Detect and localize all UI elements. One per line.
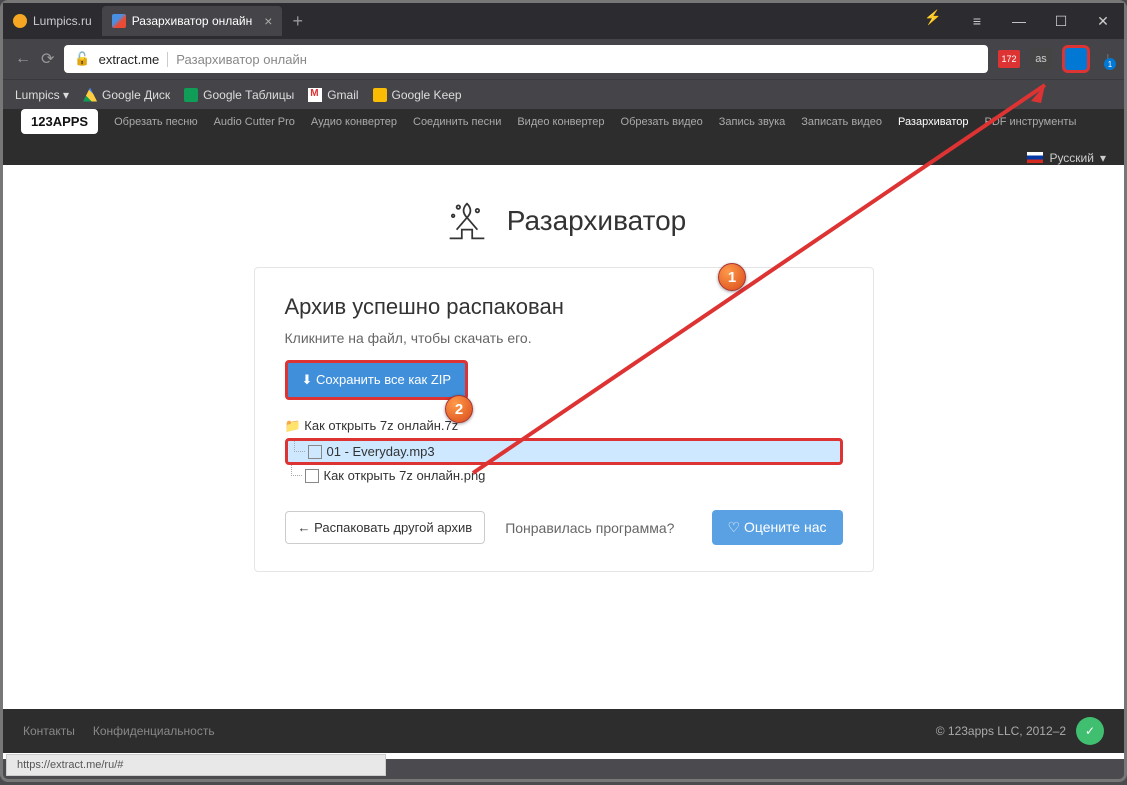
bookmark-label: Google Keep	[392, 88, 462, 102]
lock-icon: 🔓	[74, 51, 90, 67]
bookmark-drive[interactable]: Google Диск	[83, 88, 170, 102]
tab-label: Lumpics.ru	[33, 14, 92, 28]
reload-button[interactable]: ⟳	[41, 49, 54, 69]
nav-link[interactable]: Видео конвертер	[517, 116, 604, 128]
nav-link[interactable]: PDF инструменты	[984, 116, 1076, 128]
bookmark-sheets[interactable]: Google Таблицы	[184, 88, 294, 102]
tree-file[interactable]: Как открыть 7z онлайн.png	[285, 465, 843, 486]
file-name: 01 - Everyday.mp3	[327, 444, 435, 459]
shield-icon[interactable]: ✓	[1076, 717, 1104, 745]
bookmark-keep[interactable]: Google Keep	[373, 88, 462, 102]
address-bar: ← ⟳ 🔓 extract.me Разархиватор онлайн 172…	[3, 39, 1124, 79]
page-title: Разархиватор	[507, 205, 686, 237]
hamburger-icon[interactable]: ≡	[956, 13, 998, 29]
rate-prompt: Понравилась программа?	[505, 520, 691, 536]
tree-file-selected[interactable]: 01 - Everyday.mp3	[285, 438, 843, 465]
close-button[interactable]: ✕	[1082, 13, 1124, 30]
extension-badge[interactable]: 172	[998, 50, 1020, 68]
panel-actions: ← Распаковать другой архив Понравилась п…	[285, 510, 843, 545]
tab-inactive[interactable]: Lumpics.ru	[3, 6, 102, 36]
back-button[interactable]: ←	[15, 50, 31, 68]
url-title: Разархиватор онлайн	[167, 52, 307, 67]
site-footer: Контакты Конфиденциальность © 123apps LL…	[3, 709, 1124, 753]
image-icon	[305, 469, 319, 483]
language-selector[interactable]: Русский ▾	[1027, 151, 1106, 165]
file-name: Как открыть 7z онлайн.png	[324, 468, 486, 483]
button-label: Распаковать другой архив	[314, 520, 472, 535]
language-label: Русский	[1049, 151, 1094, 165]
bookmark-label: Lumpics ▾	[15, 88, 69, 102]
page-hero: Разархиватор	[3, 165, 1124, 267]
callout-2: 2	[445, 395, 473, 423]
lastfm-icon[interactable]: as	[1030, 48, 1052, 70]
footer-link-contacts[interactable]: Контакты	[23, 724, 75, 738]
nav-link[interactable]: Записать видео	[801, 116, 882, 128]
footer-link-privacy[interactable]: Конфиденциальность	[93, 724, 215, 738]
status-bar: https://extract.me/ru/#	[6, 754, 386, 776]
page-content: Разархиватор Архив успешно распакован Кл…	[3, 165, 1124, 759]
tab-active[interactable]: Разархиватор онлайн ×	[102, 6, 283, 36]
nav-link-current[interactable]: Разархиватор	[898, 116, 969, 128]
nav-link[interactable]: Audio Cutter Pro	[214, 116, 295, 128]
sheets-icon	[184, 88, 198, 102]
tree-root[interactable]: 📁 Как открыть 7z онлайн.7z	[285, 414, 843, 438]
button-label: Сохранить все как ZIP	[316, 372, 451, 387]
bookmark-gmail[interactable]: Gmail	[308, 88, 358, 102]
nav-link[interactable]: Запись звука	[719, 116, 785, 128]
drive-icon	[83, 88, 97, 102]
nav-link[interactable]: Соединить песни	[413, 116, 501, 128]
file-icon	[308, 445, 322, 459]
url-field[interactable]: 🔓 extract.me Разархиватор онлайн	[64, 45, 988, 73]
url-domain: extract.me	[99, 52, 160, 67]
extension-highlighted[interactable]	[1062, 45, 1090, 73]
callout-1: 1	[718, 263, 746, 291]
site-nav: 123APPS Обрезать песню Audio Cutter Pro …	[3, 109, 1124, 165]
bookmark-label: Google Диск	[102, 88, 170, 102]
new-tab-button[interactable]: +	[282, 11, 313, 32]
window-titlebar: Lumpics.ru Разархиватор онлайн × + ⚡ ≡ —…	[3, 3, 1124, 39]
bookmark-label: Google Таблицы	[203, 88, 294, 102]
bookmarks-bar: Lumpics ▾ Google Диск Google Таблицы Gma…	[3, 79, 1124, 109]
downloads-count: 1	[1104, 58, 1116, 70]
flag-icon	[1027, 152, 1043, 163]
result-subtext: Кликните на файл, чтобы скачать его.	[285, 330, 843, 346]
chevron-down-icon: ▾	[1100, 151, 1106, 165]
keep-icon	[373, 88, 387, 102]
site-logo[interactable]: 123APPS	[21, 109, 98, 134]
nav-link[interactable]: Обрезать видео	[621, 116, 703, 128]
favicon-icon	[13, 14, 27, 28]
minimize-button[interactable]: —	[998, 13, 1040, 29]
bookmark-label: Gmail	[327, 88, 358, 102]
bookmark-lumpics[interactable]: Lumpics ▾	[15, 88, 69, 102]
nav-link[interactable]: Обрезать песню	[114, 116, 198, 128]
button-label: Оцените нас	[744, 519, 827, 535]
result-heading: Архив успешно распакован	[285, 294, 843, 320]
extract-icon	[441, 195, 493, 247]
turbo-icon[interactable]: ⚡	[924, 9, 948, 33]
maximize-button[interactable]: ☐	[1040, 13, 1082, 30]
file-tree: 📁 Как открыть 7z онлайн.7z 01 - Everyday…	[285, 414, 843, 486]
close-icon[interactable]: ×	[264, 13, 272, 29]
download-icon: ⬇	[302, 372, 317, 387]
rate-us-button[interactable]: ♡ Оцените нас	[712, 510, 843, 545]
nav-link[interactable]: Аудио конвертер	[311, 116, 397, 128]
downloads-button[interactable]: ↓ 1	[1104, 50, 1112, 68]
save-all-zip-button[interactable]: ⬇ Сохранить все как ZIP	[285, 360, 469, 400]
tab-label: Разархиватор онлайн	[132, 14, 253, 28]
gmail-icon	[308, 88, 322, 102]
footer-copyright: © 123apps LLC, 2012–2	[936, 724, 1066, 738]
result-panel: Архив успешно распакован Кликните на фай…	[254, 267, 874, 572]
extract-another-button[interactable]: ← Распаковать другой архив	[285, 511, 486, 544]
favicon-icon	[112, 14, 126, 28]
